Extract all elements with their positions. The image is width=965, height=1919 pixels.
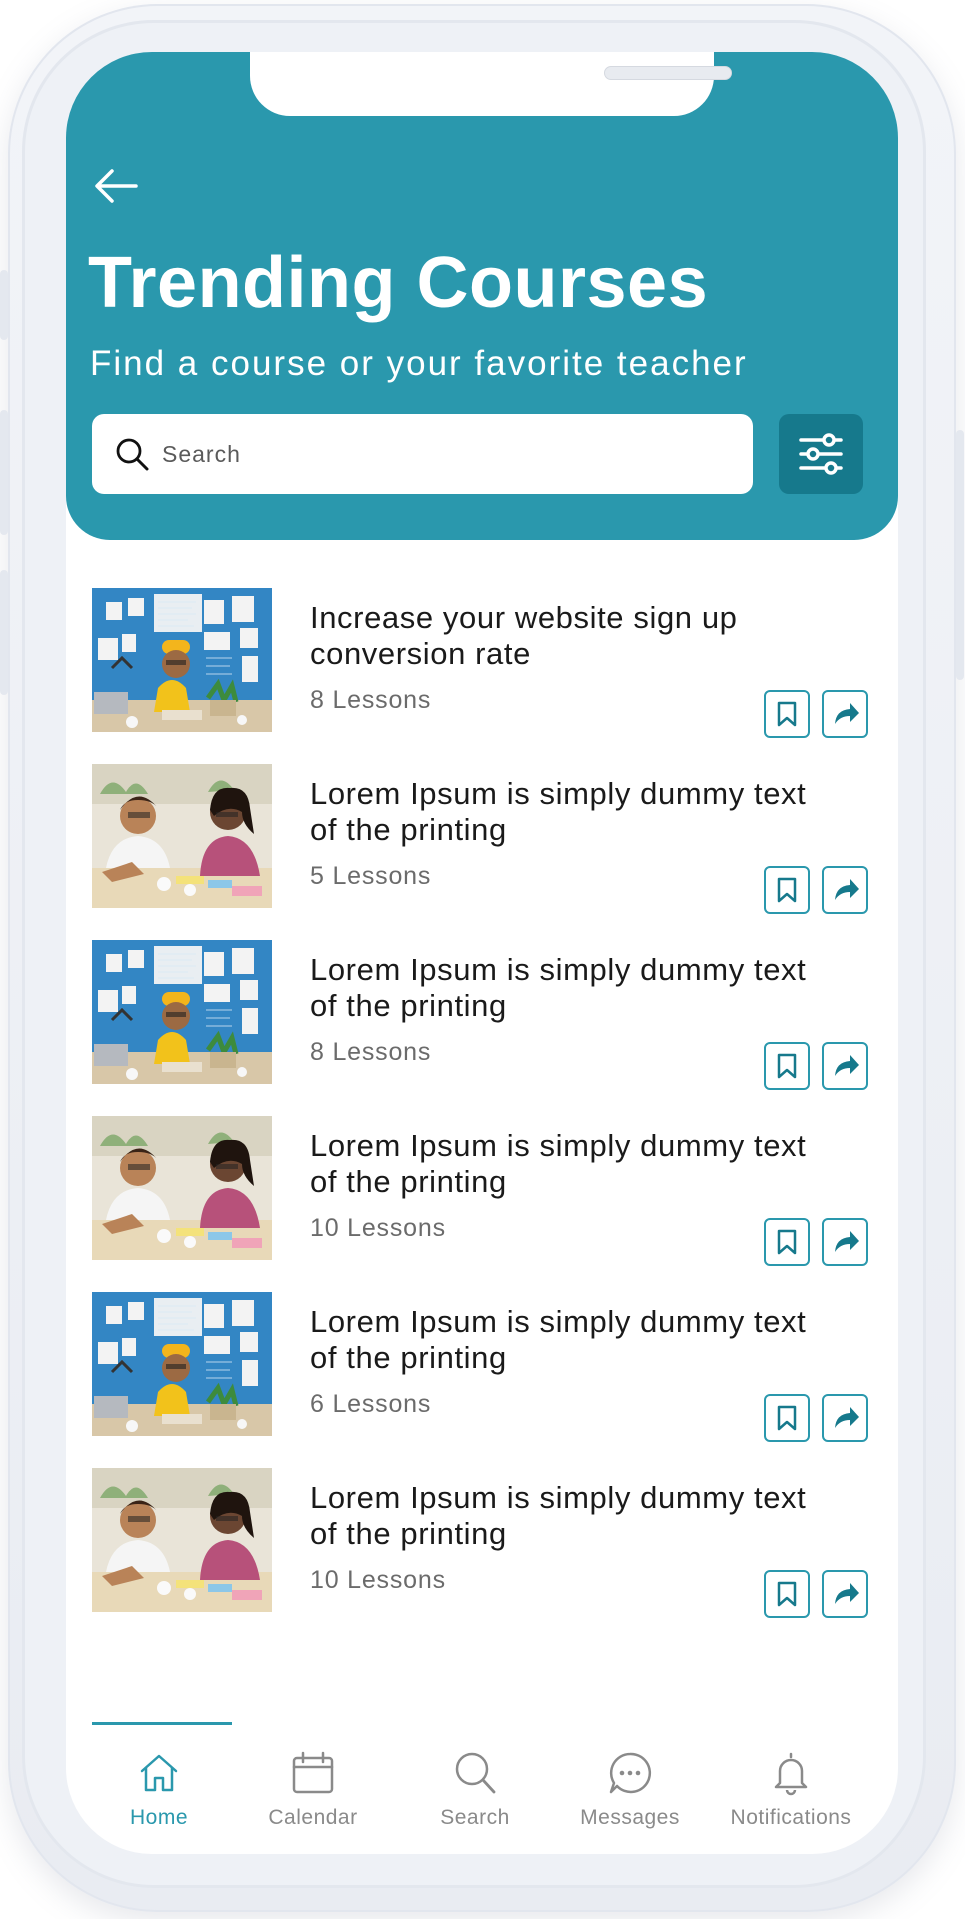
bookmark-icon [777,877,797,903]
volume-button-left-3 [0,570,8,695]
share-button[interactable] [822,1042,868,1090]
calendar-icon [292,1751,334,1794]
bookmark-icon [777,1405,797,1431]
course-thumbnail[interactable] [92,1468,272,1612]
course-item[interactable]: Lorem Ipsum is simply dummy text of the … [92,1468,872,1618]
share-button[interactable] [822,1218,868,1266]
home-icon [140,1754,178,1792]
bookmark-icon [777,1229,797,1255]
share-arrow-icon [835,1407,859,1428]
nav-label-calendar: Calendar [268,1806,358,1829]
course-lessons-count: 10 Lessons [310,1214,446,1242]
course-item[interactable]: Lorem Ipsum is simply dummy text of the … [92,1292,872,1442]
bookmark-button[interactable] [764,1218,810,1266]
page-title: Trending Courses [88,243,709,323]
course-title[interactable]: Lorem Ipsum is simply dummy text of the … [310,1304,810,1376]
bookmark-button[interactable] [764,1570,810,1618]
search-input[interactable] [162,430,722,478]
course-title[interactable]: Lorem Ipsum is simply dummy text of the … [310,776,810,848]
course-item[interactable]: Lorem Ipsum is simply dummy text of the … [92,940,872,1090]
nav-label-notifications: Notifications [730,1806,852,1829]
course-item[interactable]: Lorem Ipsum is simply dummy text of the … [92,1116,872,1266]
volume-button-left [0,270,8,340]
course-thumbnail[interactable] [92,588,272,732]
bookmark-icon [777,701,797,727]
header: Trending Courses Find a course or your f… [66,52,898,540]
search-icon [114,436,150,472]
course-lessons-count: 6 Lessons [310,1390,432,1418]
bookmark-button[interactable] [764,1042,810,1090]
share-button[interactable] [822,1394,868,1442]
nav-home[interactable]: Home [84,1750,234,1840]
share-arrow-icon [835,1055,859,1076]
search-bar [92,414,753,494]
course-title[interactable]: Increase your website sign up conversion… [310,600,810,672]
nav-calendar[interactable]: Calendar [238,1750,388,1840]
nav-messages[interactable]: Messages [555,1750,705,1840]
notch [250,52,732,116]
share-arrow-icon [835,703,859,724]
search-icon [455,1752,496,1794]
nav-search[interactable]: Search [400,1750,550,1840]
power-button [956,430,964,680]
nav-label-home: Home [129,1806,189,1829]
course-item[interactable]: Increase your website sign up conversion… [92,588,872,738]
back-arrow-icon[interactable] [92,166,140,206]
bookmark-icon [777,1581,797,1607]
share-button[interactable] [822,690,868,738]
course-thumbnail[interactable] [92,940,272,1084]
nav-active-indicator [92,1722,232,1725]
course-thumbnail[interactable] [92,764,272,908]
filter-button[interactable] [779,414,863,494]
share-arrow-icon [835,1583,859,1604]
bookmark-button[interactable] [764,690,810,738]
nav-notifications[interactable]: Notifications [716,1750,866,1840]
share-arrow-icon [835,1231,859,1252]
course-thumbnail[interactable] [92,1292,272,1436]
share-button[interactable] [822,1570,868,1618]
course-title[interactable]: Lorem Ipsum is simply dummy text of the … [310,1128,810,1200]
page-subtitle: Find a course or your favorite teacher [90,344,748,383]
bell-icon [774,1752,808,1796]
share-button[interactable] [822,866,868,914]
bookmark-icon [777,1053,797,1079]
course-lessons-count: 10 Lessons [310,1566,446,1594]
course-title[interactable]: Lorem Ipsum is simply dummy text of the … [310,952,810,1024]
nav-label-search: Search [440,1806,510,1829]
sliders-icon [799,433,843,475]
course-lessons-count: 8 Lessons [310,686,432,714]
course-lessons-count: 8 Lessons [310,1038,432,1066]
nav-label-messages: Messages [580,1806,680,1829]
volume-button-left-2 [0,410,8,535]
course-item[interactable]: Lorem Ipsum is simply dummy text of the … [92,764,872,914]
speaker-grille [604,66,732,80]
course-title[interactable]: Lorem Ipsum is simply dummy text of the … [310,1480,810,1552]
course-lessons-count: 5 Lessons [310,862,432,890]
bookmark-button[interactable] [764,866,810,914]
app-screen: Trending Courses Find a course or your f… [66,52,898,1854]
share-arrow-icon [835,879,859,900]
messages-icon [609,1752,652,1794]
bookmark-button[interactable] [764,1394,810,1442]
course-thumbnail[interactable] [92,1116,272,1260]
